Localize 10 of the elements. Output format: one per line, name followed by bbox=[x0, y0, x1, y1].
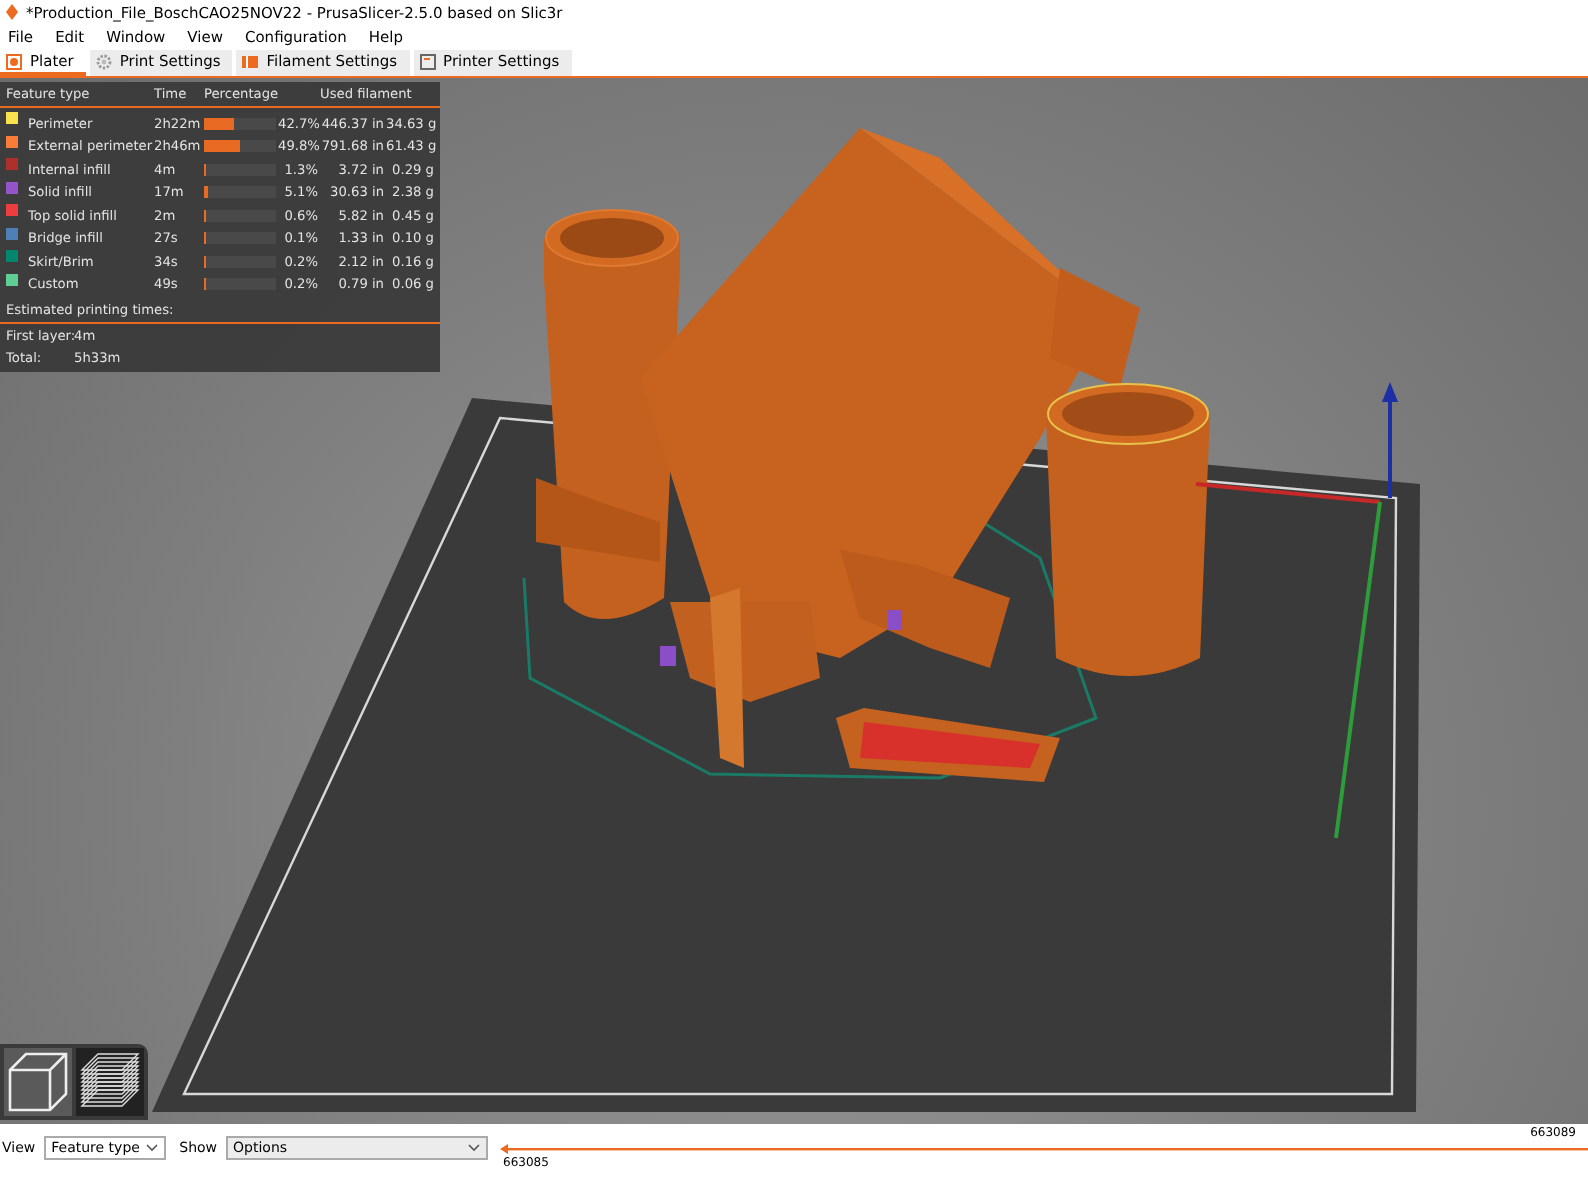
filament-spool-icon bbox=[242, 53, 259, 69]
printer-icon bbox=[419, 53, 436, 69]
dropdown-caret-icon bbox=[145, 1144, 158, 1152]
app-logo-icon bbox=[6, 4, 18, 20]
dropdown-caret-icon bbox=[467, 1144, 480, 1152]
plater-icon bbox=[6, 53, 22, 69]
horizontal-slider-track[interactable] bbox=[499, 1144, 1588, 1154]
3d-view-button[interactable] bbox=[4, 1048, 72, 1116]
layers-view-button[interactable] bbox=[76, 1048, 144, 1116]
gear-icon bbox=[95, 53, 112, 69]
